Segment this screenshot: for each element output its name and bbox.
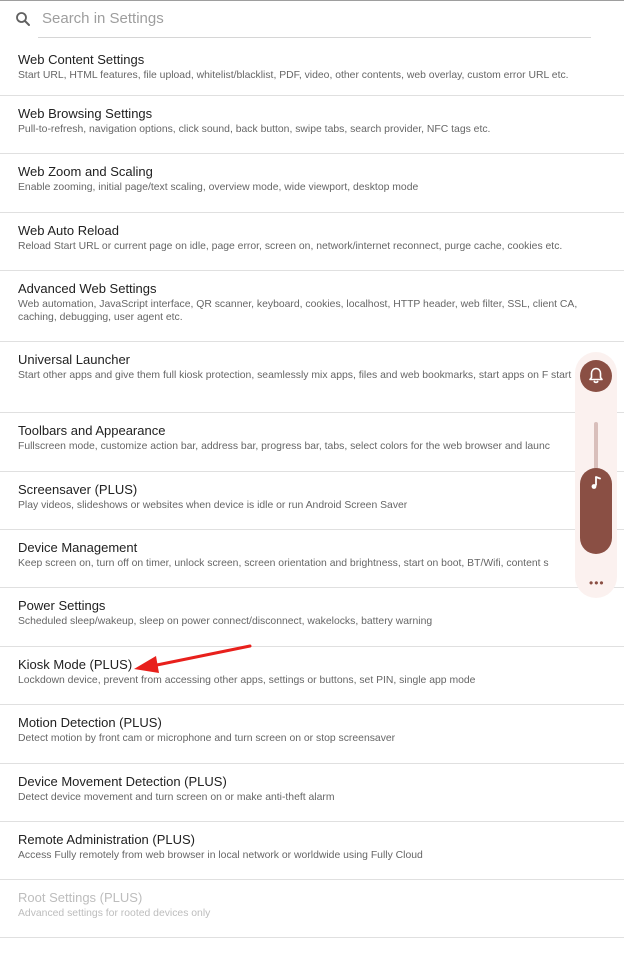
settings-item-web-content[interactable]: Web Content Settings Start URL, HTML fea…: [0, 42, 624, 96]
item-subtitle: Fullscreen mode, customize action bar, a…: [18, 441, 550, 452]
item-subtitle: Access Fully remotely from web browser i…: [18, 850, 423, 861]
more-options-icon[interactable]: •••: [589, 576, 605, 590]
item-subtitle: Start URL, HTML features, file upload, w…: [18, 70, 569, 81]
item-title: Screensaver (PLUS): [18, 482, 138, 497]
settings-item-web-auto-reload[interactable]: Web Auto Reload Reload Start URL or curr…: [0, 213, 624, 271]
item-title: Motion Detection (PLUS): [18, 715, 162, 730]
item-subtitle: Enable zooming, initial page/text scalin…: [18, 182, 419, 193]
item-title: Power Settings: [18, 598, 106, 613]
item-subtitle: Reload Start URL or current page on idle…: [18, 241, 563, 252]
settings-item-motion-detection[interactable]: Motion Detection (PLUS) Detect motion by…: [0, 705, 624, 764]
item-title: Device Movement Detection (PLUS): [18, 774, 227, 789]
volume-panel: •••: [575, 352, 617, 598]
item-subtitle: Advanced settings for rooted devices onl…: [18, 908, 211, 919]
settings-item-screensaver[interactable]: Screensaver (PLUS) Play videos, slidesho…: [0, 472, 624, 530]
search-icon: [16, 12, 30, 26]
item-subtitle: Web automation, JavaScript interface, QR…: [18, 299, 578, 323]
item-title: Toolbars and Appearance: [18, 423, 166, 438]
settings-item-web-zoom[interactable]: Web Zoom and Scaling Enable zooming, ini…: [0, 154, 624, 213]
item-title: Kiosk Mode (PLUS): [18, 657, 133, 672]
item-title: Advanced Web Settings: [18, 281, 157, 296]
settings-item-device-movement[interactable]: Device Movement Detection (PLUS) Detect …: [0, 764, 624, 822]
ringer-mode-button[interactable]: [580, 360, 612, 392]
item-subtitle: Start other apps and give them full kios…: [18, 370, 572, 381]
search-input[interactable]: Search in Settings: [42, 10, 591, 28]
music-note-icon: [591, 476, 601, 489]
settings-item-toolbars[interactable]: Toolbars and Appearance Fullscreen mode,…: [0, 413, 624, 472]
item-title: Root Settings (PLUS): [18, 890, 143, 905]
item-subtitle: Detect device movement and turn screen o…: [18, 792, 335, 803]
item-title: Web Auto Reload: [18, 223, 119, 238]
item-subtitle: Detect motion by front cam or microphone…: [18, 733, 396, 744]
settings-list: Web Content Settings Start URL, HTML fea…: [0, 42, 624, 938]
annotation-arrow: [134, 644, 252, 673]
item-title: Web Zoom and Scaling: [18, 164, 153, 179]
item-subtitle: Pull-to-refresh, navigation options, cli…: [18, 124, 491, 135]
search-underline: [38, 37, 591, 38]
settings-item-advanced-web[interactable]: Advanced Web Settings Web automation, Ja…: [0, 271, 624, 342]
volume-slider-thumb[interactable]: [580, 468, 612, 554]
item-title: Universal Launcher: [18, 352, 131, 367]
bell-icon: [589, 367, 603, 384]
item-title: Web Browsing Settings: [18, 106, 153, 121]
search-bar[interactable]: Search in Settings: [0, 1, 624, 41]
settings-item-kiosk-mode[interactable]: Kiosk Mode (PLUS) Lockdown device, preve…: [0, 647, 624, 705]
item-title: Remote Administration (PLUS): [18, 832, 196, 847]
item-title: Device Management: [18, 540, 138, 555]
settings-item-root: Root Settings (PLUS) Advanced settings f…: [0, 880, 624, 938]
item-title: Web Content Settings: [18, 52, 145, 67]
settings-item-universal-launcher[interactable]: Universal Launcher Start other apps and …: [0, 342, 624, 413]
item-subtitle: Lockdown device, prevent from accessing …: [18, 675, 476, 686]
settings-item-web-browsing[interactable]: Web Browsing Settings Pull-to-refresh, n…: [0, 96, 624, 154]
item-subtitle: Scheduled sleep/wakeup, sleep on power c…: [18, 616, 433, 627]
item-subtitle: Keep screen on, turn off on timer, unloc…: [18, 558, 549, 569]
settings-item-remote-admin[interactable]: Remote Administration (PLUS) Access Full…: [0, 822, 624, 880]
settings-item-device-management[interactable]: Device Management Keep screen on, turn o…: [0, 530, 624, 588]
settings-item-power[interactable]: Power Settings Scheduled sleep/wakeup, s…: [0, 588, 624, 647]
item-subtitle: Play videos, slideshows or websites when…: [18, 500, 408, 511]
